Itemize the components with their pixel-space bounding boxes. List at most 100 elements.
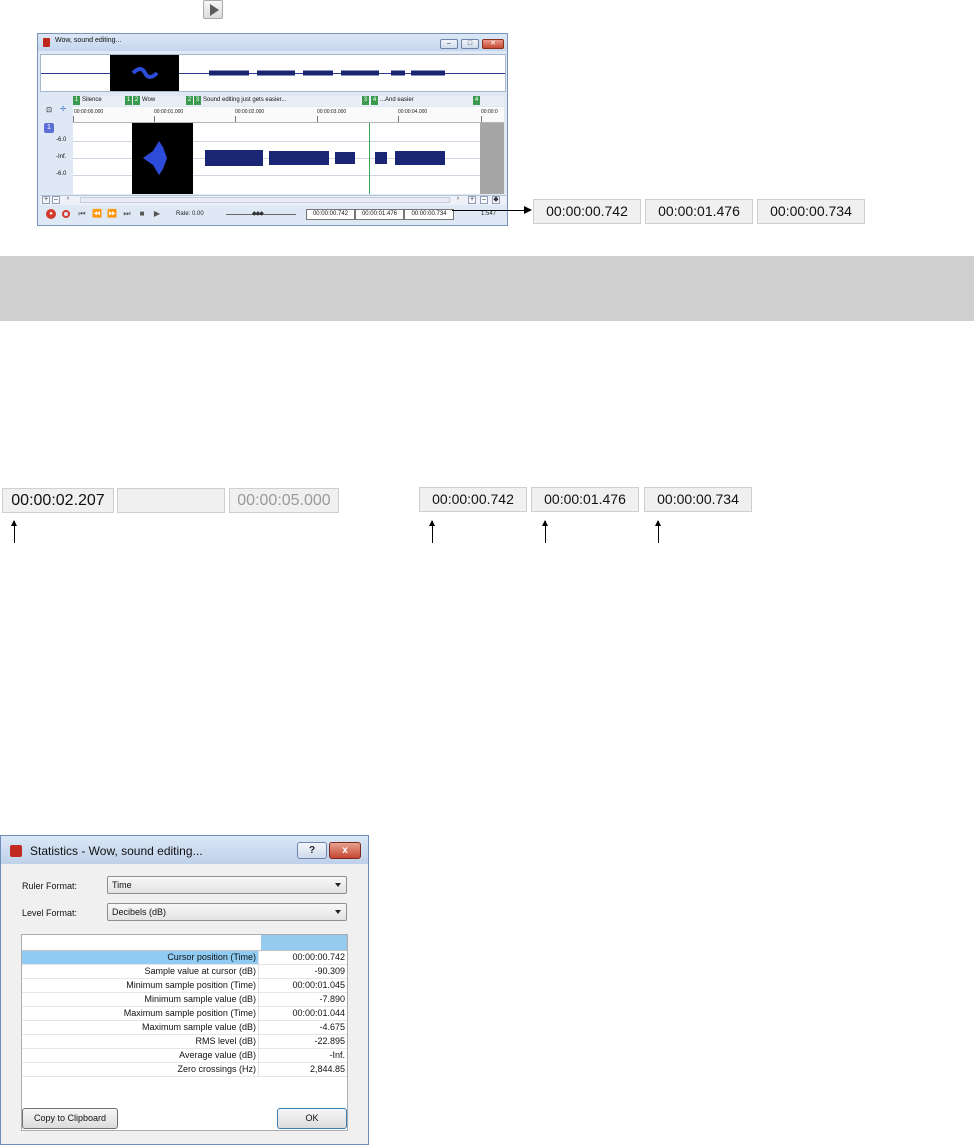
editor-titlebar: Wow, sound editing... – □ ✕ bbox=[38, 34, 507, 51]
level-format-select[interactable]: Decibels (dB) bbox=[107, 903, 347, 921]
lock-icon[interactable]: ⊡ bbox=[44, 106, 54, 116]
go-to-end-icon[interactable]: ⏭ bbox=[122, 209, 132, 219]
table-row[interactable]: Minimum sample value (dB) -7.890 bbox=[22, 993, 347, 1007]
region-marker[interactable]: 2 bbox=[186, 96, 193, 105]
zoom-out-button[interactable]: – bbox=[52, 196, 60, 204]
horizontal-scrollbar[interactable] bbox=[80, 197, 450, 203]
ruler-format-label: Ruler Format: bbox=[22, 881, 78, 891]
close-button[interactable]: x bbox=[329, 842, 361, 859]
separator-band bbox=[0, 256, 974, 321]
stat-label: Average value (dB) bbox=[22, 1049, 259, 1062]
ruler-tick: 00:00:0 bbox=[481, 109, 498, 115]
zoom-fit-button[interactable]: ◆ bbox=[492, 196, 500, 204]
region-marker[interactable]: 1 bbox=[73, 96, 80, 105]
table-row[interactable]: Average value (dB) -Inf. bbox=[22, 1049, 347, 1063]
table-row[interactable]: Maximum sample position (Time) 00:00:01.… bbox=[22, 1007, 347, 1021]
play-all-icon[interactable]: ▶ bbox=[152, 209, 162, 219]
enlarged-selection-end: 00:00:01.476 bbox=[645, 199, 753, 224]
scroll-left-icon[interactable]: ‹ bbox=[64, 195, 72, 204]
stat-value: -4.675 bbox=[319, 1022, 345, 1032]
time-ruler[interactable]: 00:00:00.000 00:00:01.000 00:00:02.000 0… bbox=[73, 107, 504, 123]
stat-value: 00:00:01.045 bbox=[292, 980, 345, 990]
rate-label: Rate: 0.00 bbox=[176, 211, 204, 217]
selection-start[interactable]: 00:00:00.742 bbox=[306, 209, 355, 220]
region-marker[interactable]: 3 bbox=[194, 96, 201, 105]
table-row[interactable]: Sample value at cursor (dB) -90.309 bbox=[22, 965, 347, 979]
selection-end-box: 00:00:01.476 bbox=[531, 487, 639, 512]
ruler-format-select[interactable]: Time bbox=[107, 876, 347, 894]
callout-arrow bbox=[452, 210, 528, 211]
minimize-button[interactable]: – bbox=[440, 39, 458, 49]
db-label: -6.0 bbox=[56, 137, 67, 143]
play-icon bbox=[210, 4, 219, 16]
overview-wave-shape bbox=[131, 67, 445, 79]
stat-value: 2,844.85 bbox=[309, 1064, 345, 1074]
ruler-tick: 00:00:02.000 bbox=[235, 109, 265, 115]
copy-to-clipboard-button[interactable]: Copy to Clipboard bbox=[22, 1108, 118, 1129]
record-icon[interactable]: ● bbox=[46, 209, 56, 219]
editor-title: Wow, sound editing... bbox=[55, 37, 122, 44]
zoom-scroll-row: + – ‹ › + – ◆ bbox=[40, 195, 506, 205]
table-row[interactable]: Minimum sample position (Time) 00:00:01.… bbox=[22, 979, 347, 993]
stat-label: Maximum sample position (Time) bbox=[22, 1007, 259, 1020]
vzoom-out-button[interactable]: – bbox=[480, 196, 488, 204]
stop-icon[interactable]: ■ bbox=[137, 209, 147, 219]
db-label: -Inf. bbox=[56, 154, 67, 160]
waveform-shape bbox=[143, 141, 445, 175]
region-label: Silence bbox=[82, 97, 102, 103]
zoom-in-button[interactable]: + bbox=[42, 196, 50, 204]
ruler-tick: 00:00:01.000 bbox=[154, 109, 184, 115]
selection-length[interactable]: 00:00:00.734 bbox=[404, 209, 454, 220]
table-row[interactable]: Cursor position (Time) 00:00:00.742 bbox=[22, 951, 347, 965]
file-length-box: 00:00:05.000 bbox=[229, 488, 339, 513]
region-marker[interactable]: 2 bbox=[133, 96, 140, 105]
up-arrow-icon bbox=[655, 520, 661, 543]
sound-file-icon bbox=[43, 38, 50, 47]
play-button[interactable] bbox=[203, 0, 223, 19]
go-to-start-icon[interactable]: ⏮ bbox=[77, 209, 87, 219]
region-marker[interactable]: 4 bbox=[371, 96, 378, 105]
track-tools: ⊡ ✢ 1 -6.0 -Inf. -6.0 bbox=[40, 96, 72, 194]
statistics-title: Statistics - Wow, sound editing... bbox=[30, 844, 203, 858]
cursor-position-box: 00:00:02.207 bbox=[2, 488, 114, 513]
vzoom-in-button[interactable]: + bbox=[468, 196, 476, 204]
loop-record-icon[interactable] bbox=[62, 210, 70, 218]
chevron-down-icon bbox=[335, 883, 341, 887]
enlarged-selection-start: 00:00:00.742 bbox=[533, 199, 641, 224]
region-marker[interactable]: 3 bbox=[362, 96, 369, 105]
region-marker[interactable]: 4 bbox=[473, 96, 480, 105]
stat-label: Cursor position (Time) bbox=[22, 951, 259, 964]
stat-value: -90.309 bbox=[314, 966, 345, 976]
close-button[interactable]: ✕ bbox=[482, 39, 504, 49]
up-arrow-icon bbox=[542, 520, 548, 543]
chevron-down-icon bbox=[335, 910, 341, 914]
selection-start-box: 00:00:00.742 bbox=[419, 487, 527, 512]
rewind-icon[interactable]: ⏪ bbox=[92, 209, 102, 219]
table-row[interactable]: RMS level (dB) -22.895 bbox=[22, 1035, 347, 1049]
arrow-head-icon bbox=[524, 206, 532, 214]
up-arrow-icon bbox=[429, 520, 435, 543]
stat-label: RMS level (dB) bbox=[22, 1035, 259, 1048]
channel-icon[interactable]: 1 bbox=[44, 123, 54, 133]
waveform-display[interactable] bbox=[73, 123, 504, 194]
region-label: ...And easier bbox=[380, 97, 414, 103]
region-marker[interactable]: 1 bbox=[125, 96, 132, 105]
statistics-table[interactable]: Cursor position (Time) 00:00:00.742 Samp… bbox=[21, 934, 348, 1131]
ok-button[interactable]: OK bbox=[277, 1108, 347, 1129]
statistics-titlebar: Statistics - Wow, sound editing... ? x bbox=[1, 836, 368, 864]
rate-slider-knob[interactable]: ◆◆◆ bbox=[252, 210, 264, 217]
fast-forward-icon[interactable]: ⏩ bbox=[107, 209, 117, 219]
overview-waveform[interactable] bbox=[40, 54, 506, 92]
ruler-tick: 00:00:04.000 bbox=[398, 109, 428, 115]
stat-label: Zero crossings (Hz) bbox=[22, 1063, 259, 1076]
help-button[interactable]: ? bbox=[297, 842, 327, 859]
playhead-icon[interactable]: ✢ bbox=[58, 105, 68, 115]
table-row[interactable]: Maximum sample value (dB) -4.675 bbox=[22, 1021, 347, 1035]
region-bar: 1 Silence 1 2 Wow 2 3 Sound editing just… bbox=[73, 96, 504, 106]
statistics-dialog: Statistics - Wow, sound editing... ? x R… bbox=[0, 835, 369, 1145]
scroll-right-icon[interactable]: › bbox=[454, 195, 462, 204]
selection-end[interactable]: 00:00:01.476 bbox=[355, 209, 404, 220]
region-label: Wow bbox=[142, 97, 156, 103]
maximize-button[interactable]: □ bbox=[461, 39, 479, 49]
table-row[interactable]: Zero crossings (Hz) 2,844.85 bbox=[22, 1063, 347, 1077]
